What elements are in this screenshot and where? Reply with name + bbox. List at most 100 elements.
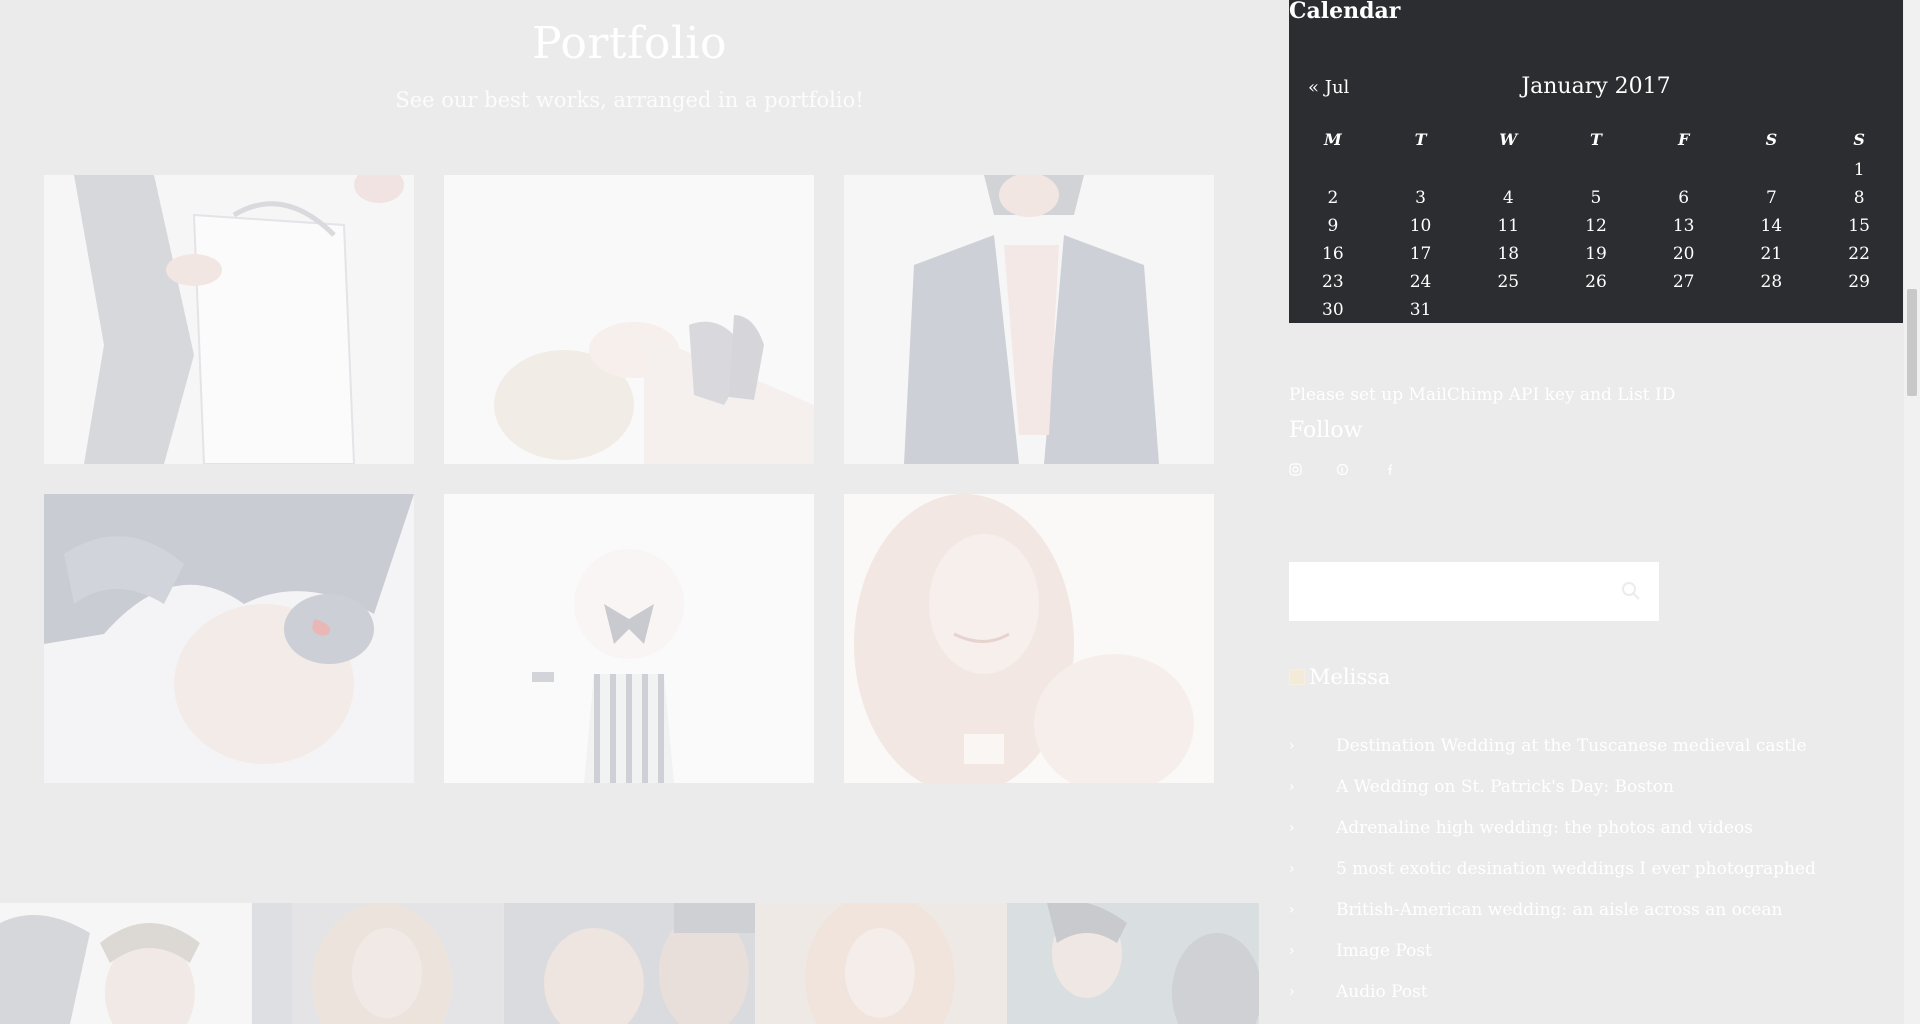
- post-link[interactable]: Image Post: [1336, 941, 1432, 961]
- calendar-day: 22: [1848, 244, 1870, 264]
- calendar-day: 5: [1590, 188, 1602, 208]
- reclining-photo: [444, 175, 814, 464]
- striped-dress-photo: [444, 494, 814, 783]
- calendar-day: 15: [1848, 216, 1870, 236]
- strip-photo-3: [503, 903, 756, 1024]
- strip-photo-2: [251, 903, 504, 1024]
- author-block: Melissa: [1289, 665, 1390, 689]
- instagram-icon[interactable]: [1289, 463, 1302, 476]
- calendar-day: [1464, 296, 1552, 324]
- author-name[interactable]: Melissa: [1309, 665, 1390, 689]
- calendar-day: 14: [1760, 216, 1783, 236]
- calendar-day: 26: [1585, 272, 1607, 292]
- strip-item-5[interactable]: [1007, 903, 1259, 1024]
- portfolio-item-bag[interactable]: [44, 175, 414, 464]
- scrollbar-thumb[interactable]: [1907, 289, 1917, 396]
- post-link[interactable]: British-American wedding: an aisle acros…: [1336, 900, 1783, 920]
- strip-item-1[interactable]: [0, 903, 252, 1024]
- calendar-day: 31: [1409, 300, 1432, 320]
- page-scrollbar[interactable]: [1904, 0, 1920, 1024]
- calendar-day: 11: [1497, 216, 1520, 236]
- chevron-right-icon: ›: [1289, 779, 1295, 795]
- weekday-sun: S: [1853, 129, 1865, 149]
- portfolio-grid: [44, 175, 1214, 783]
- facebook-icon[interactable]: [1383, 463, 1396, 476]
- calendar-week-row: 9 10 11 12 13 14 15: [1289, 212, 1903, 240]
- chevron-right-icon: ›: [1289, 984, 1295, 1000]
- calendar-day: 9: [1327, 216, 1339, 236]
- calendar-day: [1815, 296, 1903, 324]
- calendar-day: 4: [1502, 188, 1514, 208]
- pinterest-icon[interactable]: [1336, 463, 1349, 476]
- calendar-day: [1728, 296, 1816, 324]
- calendar-day: 1: [1853, 160, 1865, 180]
- strip-item-3[interactable]: [503, 903, 756, 1024]
- portfolio-strip: [0, 903, 1259, 1024]
- calendar-day: 24: [1409, 272, 1432, 292]
- search-input[interactable]: [1289, 562, 1637, 621]
- calendar-day: 12: [1585, 216, 1607, 236]
- list-item: › Image Post: [1289, 941, 1816, 982]
- main-content: Portfolio See our best works, arranged i…: [0, 0, 1259, 1024]
- search-icon[interactable]: [1621, 581, 1641, 601]
- follow-heading: Follow: [1289, 418, 1363, 443]
- calendar-day: 7: [1765, 188, 1777, 208]
- calendar-day: 23: [1322, 272, 1344, 292]
- weekday-tue: T: [1414, 129, 1427, 149]
- post-link[interactable]: 5 most exotic desination weddings I ever…: [1336, 859, 1816, 879]
- calendar-day: 6: [1678, 188, 1690, 208]
- calendar-day: [1552, 296, 1640, 324]
- calendar-day: [1728, 156, 1816, 184]
- calendar-day: 30: [1322, 300, 1344, 320]
- calendar-day: 10: [1409, 216, 1432, 236]
- calendar-day: 17: [1409, 244, 1432, 264]
- portfolio-title: Portfolio: [532, 18, 727, 69]
- chevron-right-icon: ›: [1289, 861, 1295, 877]
- calendar-table: M T W T F S S 1 2 3 4 5 6 7 8 9 10 11 12…: [1289, 122, 1903, 324]
- search-box: [1289, 562, 1659, 621]
- calendar-day: 16: [1322, 244, 1344, 264]
- weekday-wed: W: [1499, 129, 1518, 149]
- post-link[interactable]: Adrenaline high wedding: the photos and …: [1336, 818, 1753, 838]
- calendar-day: 21: [1760, 244, 1783, 264]
- calendar-day: 2: [1327, 188, 1339, 208]
- weekday-fri: F: [1677, 129, 1690, 149]
- blazer-photo: [844, 175, 1214, 464]
- calendar-widget: Calendar « Jul January 2017 M T W T F S …: [1289, 0, 1903, 323]
- calendar-day: 28: [1760, 272, 1783, 292]
- strip-photo-5: [1007, 903, 1259, 1024]
- calendar-day: [1377, 156, 1465, 184]
- chevron-right-icon: ›: [1289, 902, 1295, 918]
- calendar-week-row: 1: [1289, 156, 1903, 184]
- portfolio-item-feathers[interactable]: [44, 494, 414, 783]
- calendar-heading: Calendar: [1289, 0, 1401, 24]
- chevron-right-icon: ›: [1289, 943, 1295, 959]
- portfolio-item-blazer[interactable]: [844, 175, 1214, 464]
- portfolio-item-curly-hair[interactable]: [844, 494, 1214, 783]
- strip-photo-4: [755, 903, 1008, 1024]
- calendar-day: 27: [1672, 272, 1695, 292]
- post-link[interactable]: A Wedding on St. Patrick's Day: Boston: [1336, 777, 1674, 797]
- calendar-week-row: 2 3 4 5 6 7 8: [1289, 184, 1903, 212]
- avatar: [1289, 669, 1305, 685]
- calendar-weekday-row: M T W T F S S: [1289, 122, 1903, 156]
- feathers-photo: [44, 494, 414, 783]
- calendar-day: 20: [1672, 244, 1695, 264]
- list-item: › Audio Post: [1289, 982, 1816, 1023]
- portfolio-subtitle: See our best works, arranged in a portfo…: [395, 88, 864, 112]
- post-link[interactable]: Audio Post: [1336, 982, 1428, 1002]
- calendar-day: 13: [1672, 216, 1695, 236]
- calendar-day: 25: [1497, 272, 1520, 292]
- strip-item-2[interactable]: [251, 903, 504, 1024]
- bag-photo: [44, 175, 414, 464]
- recent-posts-list: › Destination Wedding at the Tuscanese m…: [1289, 736, 1816, 1023]
- post-link[interactable]: Destination Wedding at the Tuscanese med…: [1336, 736, 1807, 756]
- list-item: › A Wedding on St. Patrick's Day: Boston: [1289, 777, 1816, 818]
- portfolio-item-striped-dress[interactable]: [444, 494, 814, 783]
- calendar-day: 18: [1497, 244, 1520, 264]
- social-icons: [1289, 463, 1396, 476]
- calendar-week-row: 23 24 25 26 27 28 29: [1289, 268, 1903, 296]
- strip-photo-1: [0, 903, 252, 1024]
- strip-item-4[interactable]: [755, 903, 1008, 1024]
- portfolio-item-reclining[interactable]: [444, 175, 814, 464]
